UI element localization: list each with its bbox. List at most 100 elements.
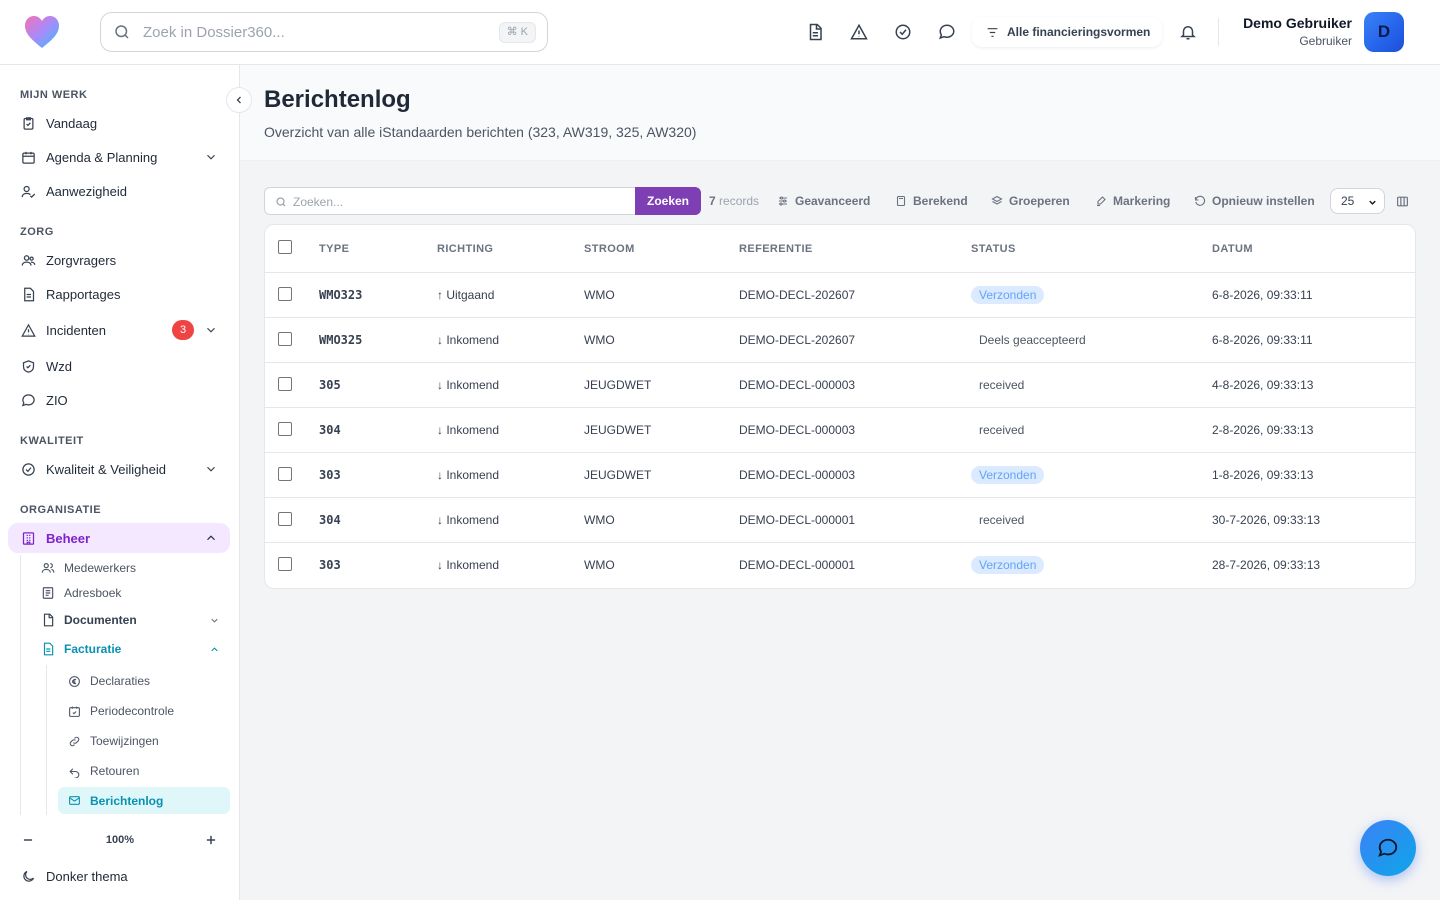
table-row[interactable]: WMO323 ↑ Uitgaand WMO DEMO-DECL-202607 6-8-2… (265, 273, 1415, 318)
cell-date: 6-8-2026, 09:33:11 (1212, 288, 1313, 302)
users-icon (40, 560, 56, 576)
user-role: Gebruiker (1299, 34, 1352, 48)
sidebar-item-label: Kwaliteit & Veiligheid (46, 461, 166, 477)
reset-button[interactable]: Opnieuw instellen (1194, 191, 1315, 211)
section-label-organisatie: ORGANISATIE (20, 504, 102, 516)
shield-check-icon (20, 358, 36, 374)
sidebar-item-adresboek[interactable]: Adresboek (40, 581, 230, 605)
sidebar-item-berichtenlog[interactable]: Berichtenlog (58, 787, 230, 814)
cell-type: WMO325 (319, 333, 363, 347)
sidebar: MIJN WERK Vandaag Agenda & Planning Aanw… (0, 65, 240, 900)
column-header-status[interactable]: STATUS (971, 243, 1016, 255)
cell-type: 303 (319, 468, 341, 482)
table-search-input[interactable]: Zoeken... (264, 187, 636, 215)
row-checkbox[interactable] (278, 422, 292, 436)
row-checkbox[interactable] (278, 287, 292, 301)
sidebar-item-documenten[interactable]: Documenten (40, 608, 230, 632)
column-header-stroom[interactable]: STROOM (584, 243, 635, 255)
chat-bubble-icon (1378, 838, 1398, 857)
table-row[interactable]: 303 ↓ Inkomend WMO DEMO-DECL-000001 28-7-202… (265, 543, 1415, 588)
table-row[interactable]: 305 ↓ Inkomend JEUGDWET DEMO-DECL-000003 4-8… (265, 363, 1415, 408)
cell-stream: JEUGDWET (584, 378, 652, 392)
cell-stream: WMO (584, 333, 615, 347)
tree-line (46, 665, 47, 815)
link-icon (66, 733, 82, 749)
sidebar-item-toewijzingen[interactable]: Toewijzingen (66, 729, 230, 753)
column-header-richting[interactable]: RICHTING (437, 243, 493, 255)
page-subtitle: Overzicht van alle iStandaarden berichte… (264, 124, 697, 140)
sidebar-item-medewerkers[interactable]: Medewerkers (40, 556, 230, 580)
alert-triangle-icon[interactable] (848, 21, 870, 43)
highlighter-icon (1095, 195, 1107, 207)
records-number: 7 (709, 194, 716, 208)
column-header-referentie[interactable]: REFERENTIE (739, 243, 813, 255)
cell-reference: DEMO-DECL-202607 (739, 288, 856, 302)
row-checkbox[interactable] (278, 512, 292, 526)
check-circle-icon[interactable] (892, 21, 914, 43)
sidebar-item-incidenten[interactable]: Incidenten 3 (8, 315, 230, 345)
sidebar-item-wzd[interactable]: Wzd (8, 351, 230, 381)
records-count: 7 records (709, 194, 759, 208)
select-all-checkbox[interactable] (278, 240, 292, 254)
cell-date: 30-7-2026, 09:33:13 (1212, 513, 1321, 527)
sidebar-item-vandaag[interactable]: Vandaag (8, 108, 230, 138)
cell-reference: DEMO-DECL-202607 (739, 333, 856, 347)
search-shortcut: ⌘ K (498, 22, 536, 43)
row-checkbox[interactable] (278, 557, 292, 571)
sidebar-item-beheer[interactable]: Beheer (8, 523, 230, 553)
sidebar-item-declaraties[interactable]: Declaraties (66, 669, 230, 693)
status-badge: Verzonden (971, 556, 1045, 574)
reset-label: Opnieuw instellen (1212, 194, 1315, 208)
zoom-control: 100% (0, 823, 240, 857)
zoom-in-button[interactable] (202, 831, 220, 849)
column-header-type[interactable]: TYPE (319, 243, 349, 255)
page-title: Berichtenlog (264, 86, 411, 113)
highlight-button[interactable]: Markering (1095, 191, 1170, 211)
sidebar-item-facturatie[interactable]: Facturatie (40, 637, 230, 661)
chevron-down-icon (204, 323, 218, 337)
columns-toggle-icon[interactable] (1396, 195, 1409, 208)
cell-reference: DEMO-DECL-000001 (739, 513, 856, 527)
chevron-down-icon (209, 615, 220, 626)
table-row[interactable]: 304 ↓ Inkomend WMO DEMO-DECL-000001 30-7-202… (265, 498, 1415, 543)
sidebar-item-retouren[interactable]: Retouren (66, 759, 230, 783)
advanced-filter-button[interactable]: Geavanceerd (777, 191, 870, 211)
sidebar-item-rapportages[interactable]: Rapportages (8, 279, 230, 309)
sidebar-item-zorgvragers[interactable]: Zorgvragers (8, 245, 230, 275)
receipt-icon (40, 641, 56, 657)
global-search-input[interactable]: Zoek in Dossier360... ⌘ K (100, 12, 548, 52)
sidebar-item-zio[interactable]: ZIO (8, 385, 230, 415)
financing-filter-button[interactable]: Alle financieringsvormen (972, 17, 1162, 47)
row-checkbox[interactable] (278, 332, 292, 346)
messages-table: TYPE RICHTING STROOM REFERENTIE STATUS D… (264, 224, 1416, 589)
search-button[interactable]: Zoeken (635, 187, 701, 215)
group-button[interactable]: Groeperen (991, 191, 1070, 211)
column-header-datum[interactable]: DATUM (1212, 243, 1253, 255)
bell-icon[interactable] (1177, 21, 1199, 43)
row-checkbox[interactable] (278, 467, 292, 481)
top-header: Zoek in Dossier360... ⌘ K Alle financier… (0, 0, 1440, 65)
table-row[interactable]: 303 ↓ Inkomend JEUGDWET DEMO-DECL-000003 1-8… (265, 453, 1415, 498)
zoom-out-button[interactable] (19, 831, 37, 849)
sidebar-item-label: Facturatie (64, 642, 122, 656)
table-row[interactable]: 304 ↓ Inkomend JEUGDWET DEMO-DECL-000003 2-8… (265, 408, 1415, 453)
computed-columns-button[interactable]: Berekend (895, 191, 968, 211)
cell-type: 304 (319, 513, 341, 527)
cell-stream: WMO (584, 513, 615, 527)
sidebar-item-agenda[interactable]: Agenda & Planning (8, 142, 230, 172)
user-name[interactable]: Demo Gebruiker (1243, 15, 1352, 31)
avatar[interactable]: D (1364, 12, 1404, 52)
chat-bubble-icon[interactable] (936, 21, 958, 43)
heart-logo-icon[interactable] (24, 15, 60, 49)
sidebar-collapse-button[interactable] (226, 87, 252, 113)
document-icon[interactable] (804, 21, 826, 43)
table-row[interactable]: WMO325 ↓ Inkomend WMO DEMO-DECL-202607 6-8-2… (265, 318, 1415, 363)
sidebar-item-periodecontrole[interactable]: Periodecontrole (66, 699, 230, 723)
row-checkbox[interactable] (278, 377, 292, 391)
sidebar-item-aanwezigheid[interactable]: Aanwezigheid (8, 176, 230, 206)
cell-date: 4-8-2026, 09:33:13 (1212, 378, 1314, 392)
sidebar-item-kwaliteit-veiligheid[interactable]: Kwaliteit & Veiligheid (8, 454, 230, 484)
page-size-select[interactable]: 25 (1330, 188, 1385, 214)
chat-button[interactable] (1360, 820, 1416, 876)
dark-theme-toggle[interactable]: Donker thema (8, 861, 230, 891)
